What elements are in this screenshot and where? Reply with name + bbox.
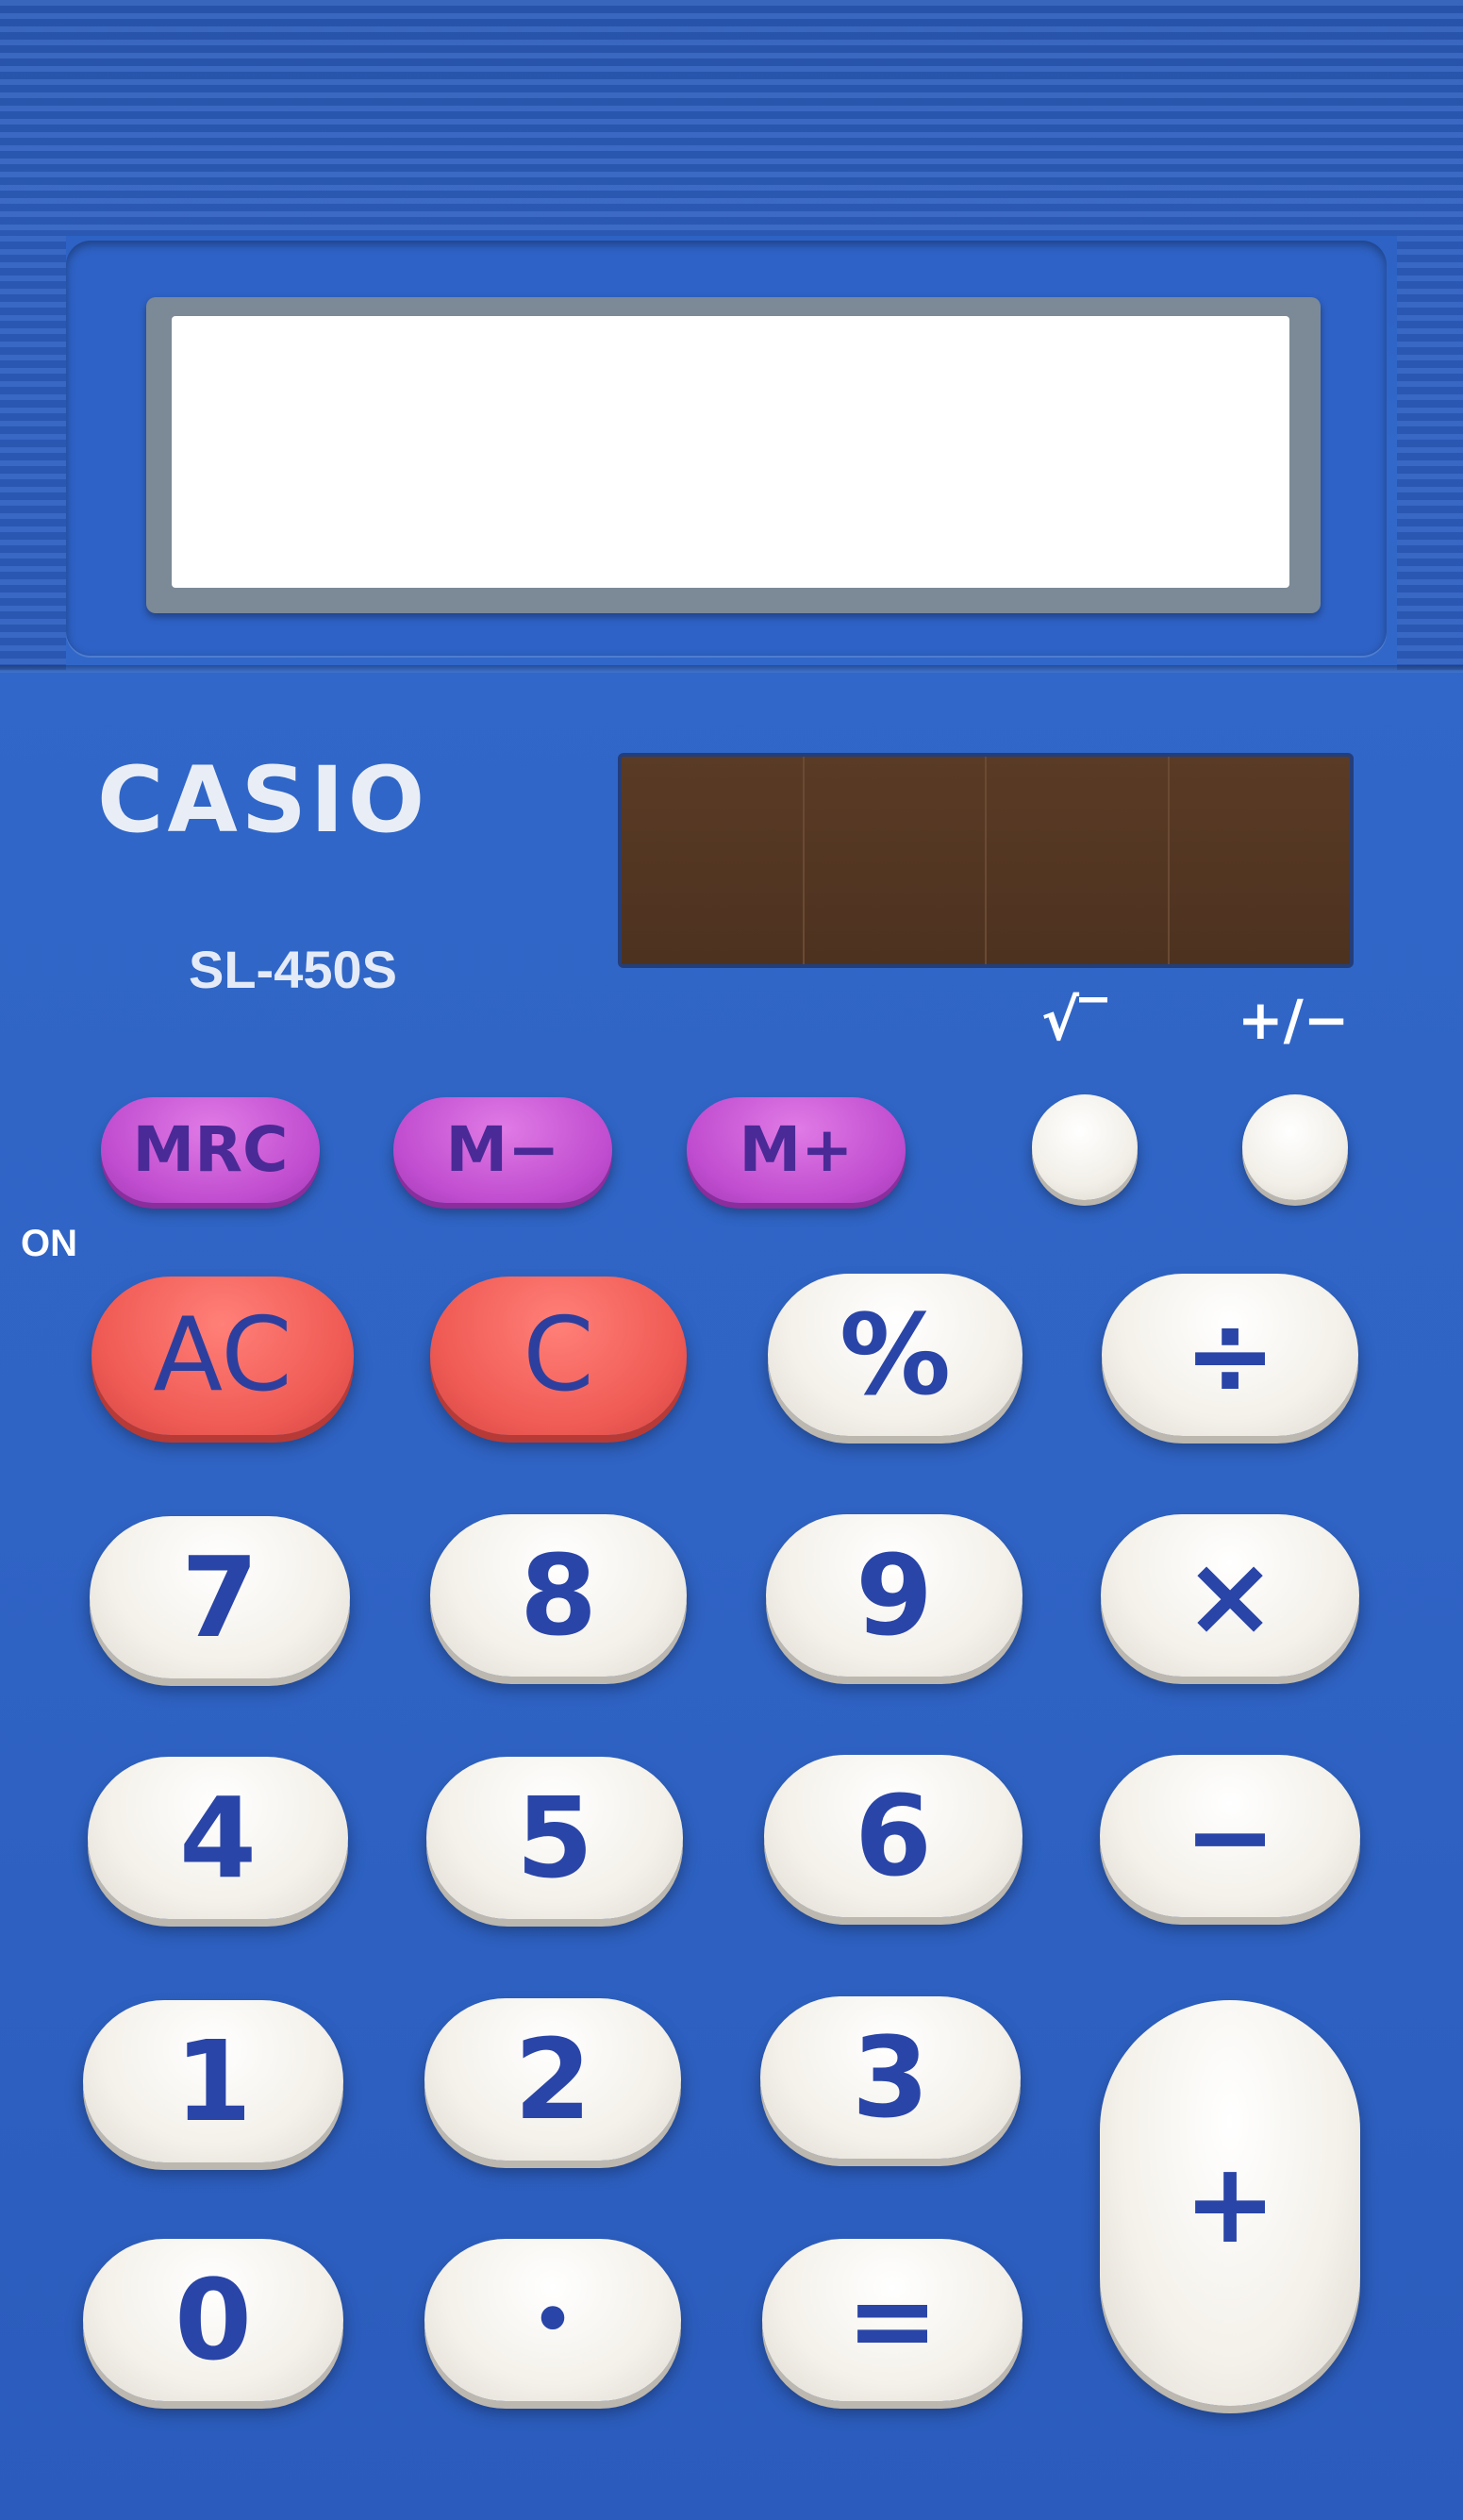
m-minus-button[interactable]: M−	[393, 1097, 612, 1203]
equals-button-label: =	[845, 2255, 939, 2385]
digit-4-button-label: 4	[178, 1773, 258, 1903]
divide-button-label: ÷	[1183, 1290, 1277, 1420]
sqrt-label: √‾	[1041, 988, 1108, 1054]
m-minus-button-label: M−	[445, 1113, 560, 1186]
model-name: SL-450S	[189, 940, 397, 999]
digit-9-button[interactable]: 9	[766, 1514, 1022, 1677]
digit-1-button[interactable]: 1	[83, 2000, 343, 2162]
mrc-button[interactable]: MRC	[101, 1097, 320, 1203]
minus-button[interactable]: −	[1100, 1755, 1360, 1917]
digit-9-button-label: 9	[855, 1530, 934, 1661]
top-ribbed-edge	[0, 0, 1463, 236]
all-clear-button[interactable]: AC	[91, 1277, 354, 1435]
all-clear-button-label: AC	[153, 1296, 292, 1414]
solar-panel	[618, 753, 1354, 968]
display-screen	[172, 316, 1289, 588]
on-label: ON	[21, 1223, 77, 1264]
decimal-point-button[interactable]: •	[424, 2239, 681, 2401]
solar-cell	[1170, 757, 1351, 964]
digit-2-button-label: 2	[513, 2014, 592, 2145]
percent-button[interactable]: %	[768, 1274, 1022, 1436]
digit-5-button-label: 5	[515, 1773, 594, 1903]
calculator-body: CASIO SL-450S √‾ +/− ON MRC M− M+ AC C %…	[0, 0, 1463, 2520]
digit-7-button-label: 7	[180, 1532, 259, 1662]
plus-minus-button[interactable]	[1242, 1094, 1348, 1200]
percent-button-label: %	[839, 1290, 952, 1420]
case-seam	[0, 665, 1463, 673]
digit-4-button[interactable]: 4	[88, 1757, 348, 1919]
minus-button-label: −	[1183, 1771, 1277, 1901]
solar-cell	[987, 757, 1170, 964]
digit-2-button[interactable]: 2	[424, 1998, 681, 2161]
digit-0-button-label: 0	[174, 2255, 253, 2385]
mrc-button-label: MRC	[132, 1113, 289, 1186]
multiply-button[interactable]: ×	[1101, 1514, 1359, 1677]
sqrt-button[interactable]	[1032, 1094, 1138, 1200]
multiply-button-label: ×	[1183, 1530, 1277, 1661]
decimal-point-button-label: •	[531, 2281, 574, 2359]
digit-5-button[interactable]: 5	[426, 1757, 683, 1919]
digit-6-button[interactable]: 6	[764, 1755, 1022, 1917]
digit-6-button-label: 6	[854, 1771, 933, 1901]
clear-button-label: C	[523, 1296, 594, 1414]
divide-button[interactable]: ÷	[1102, 1274, 1358, 1436]
plus-button-label: +	[1183, 2138, 1277, 2268]
digit-3-button[interactable]: 3	[760, 1996, 1021, 2159]
digit-7-button[interactable]: 7	[90, 1516, 350, 1678]
digit-0-button[interactable]: 0	[83, 2239, 343, 2401]
plus-minus-label: +/−	[1238, 988, 1350, 1052]
solar-cell	[805, 757, 987, 964]
equals-button[interactable]: =	[762, 2239, 1022, 2401]
brand-logo: CASIO	[97, 747, 429, 853]
digit-1-button-label: 1	[174, 2016, 253, 2146]
left-ribbed-edge	[0, 236, 66, 670]
clear-button[interactable]: C	[430, 1277, 687, 1435]
m-plus-button[interactable]: M+	[687, 1097, 906, 1203]
digit-3-button-label: 3	[851, 2012, 930, 2143]
solar-cell	[622, 757, 805, 964]
digit-8-button[interactable]: 8	[430, 1514, 687, 1677]
right-ribbed-edge	[1397, 236, 1463, 670]
m-plus-button-label: M+	[739, 1113, 854, 1186]
plus-button[interactable]: +	[1100, 2000, 1360, 2406]
digit-8-button-label: 8	[519, 1530, 598, 1661]
